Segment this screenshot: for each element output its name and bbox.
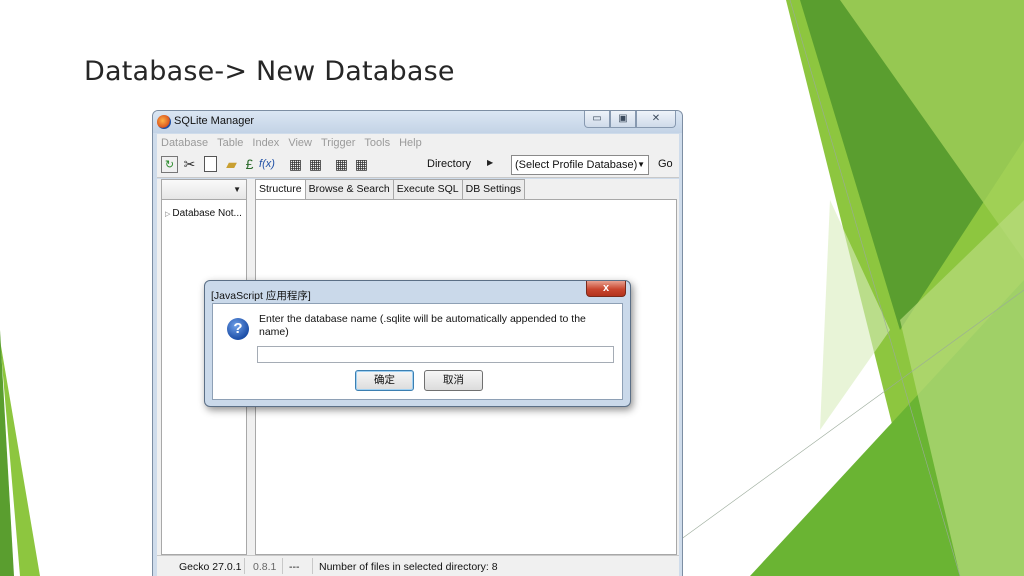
dialog-message: Enter the database name (.sqlite will be…: [259, 313, 586, 338]
tree-item-database[interactable]: ▷ Database Not...: [165, 208, 242, 219]
window-title: SQLite Manager: [174, 115, 255, 127]
minimize-button[interactable]: ▭: [584, 111, 610, 128]
status-gecko: Gecko 27.0.1: [179, 561, 242, 573]
status-files: Number of files in selected directory: 8: [319, 561, 498, 573]
drop-index-icon[interactable]: ▦: [353, 156, 370, 173]
create-table-icon[interactable]: ▦: [287, 156, 304, 173]
menu-view[interactable]: View: [288, 137, 312, 149]
tab-structure[interactable]: Structure: [255, 179, 306, 200]
dialog-title: [JavaScript 应用程序]: [211, 290, 311, 302]
refresh-icon[interactable]: ↻: [161, 156, 178, 173]
menu-trigger[interactable]: Trigger: [321, 137, 355, 149]
directory-label[interactable]: Directory: [427, 158, 471, 170]
slide-title: Database-> New Database: [84, 56, 455, 87]
status-dashes: ---: [289, 561, 300, 573]
toolbar: ↻ ✂ ▰ £ f(x) ▦ ▦ ▦ ▦ Directory ▶ (Select…: [157, 152, 679, 178]
directory-arrow-icon[interactable]: ▶: [487, 158, 493, 167]
tab-strip: Structure Browse & Search Execute SQL DB…: [255, 179, 526, 200]
status-bar: Gecko 27.0.1 0.8.1 --- Number of files i…: [157, 555, 679, 576]
fx-icon[interactable]: f(x): [255, 156, 279, 173]
ok-button[interactable]: 确定: [355, 370, 414, 391]
maximize-button[interactable]: ▣: [610, 111, 636, 128]
tools-icon[interactable]: ✂: [181, 156, 198, 173]
javascript-prompt-dialog: [JavaScript 应用程序] x ? Enter the database…: [204, 280, 631, 407]
cancel-button[interactable]: 取消: [424, 370, 483, 391]
menu-tools[interactable]: Tools: [364, 137, 390, 149]
profile-database-select[interactable]: (Select Profile Database) ▼: [511, 155, 649, 175]
drop-table-icon[interactable]: ▦: [307, 156, 324, 173]
menu-table[interactable]: Table: [217, 137, 243, 149]
close-window-button[interactable]: ✕: [636, 111, 676, 128]
status-separator: [244, 558, 245, 574]
title-bar[interactable]: SQLite Manager ▭ ▣ ✕: [153, 111, 682, 133]
tab-execute-sql[interactable]: Execute SQL: [392, 179, 463, 199]
status-separator: [282, 558, 283, 574]
profile-select-value: (Select Profile Database): [515, 159, 638, 171]
slide: Database-> New Database SQLite Manager ▭…: [0, 0, 1024, 576]
database-name-input[interactable]: [257, 346, 614, 363]
dialog-body: ? Enter the database name (.sqlite will …: [212, 303, 623, 400]
question-icon: ?: [227, 318, 249, 340]
go-button[interactable]: Go: [658, 158, 673, 170]
menu-database[interactable]: Database: [161, 137, 208, 149]
tab-browse-search[interactable]: Browse & Search: [304, 179, 394, 199]
tab-db-settings[interactable]: DB Settings: [461, 179, 526, 199]
create-index-icon[interactable]: ▦: [333, 156, 350, 173]
menu-help[interactable]: Help: [399, 137, 422, 149]
tree-item-label: Database Not...: [172, 208, 242, 219]
chevron-down-icon: ▼: [233, 185, 241, 194]
menu-index[interactable]: Index: [252, 137, 279, 149]
firefox-app-icon: [157, 115, 171, 129]
status-separator: [312, 558, 313, 574]
tree-expand-icon[interactable]: ▷: [165, 211, 170, 218]
object-type-select[interactable]: ▼: [162, 180, 246, 200]
open-folder-icon[interactable]: ▰: [223, 156, 240, 173]
menu-bar: Database Table Index View Trigger Tools …: [157, 134, 679, 152]
dialog-close-button[interactable]: x: [586, 281, 626, 297]
chevron-down-icon: ▼: [637, 160, 645, 169]
status-version: 0.8.1: [253, 561, 277, 573]
new-file-icon[interactable]: [204, 156, 217, 172]
